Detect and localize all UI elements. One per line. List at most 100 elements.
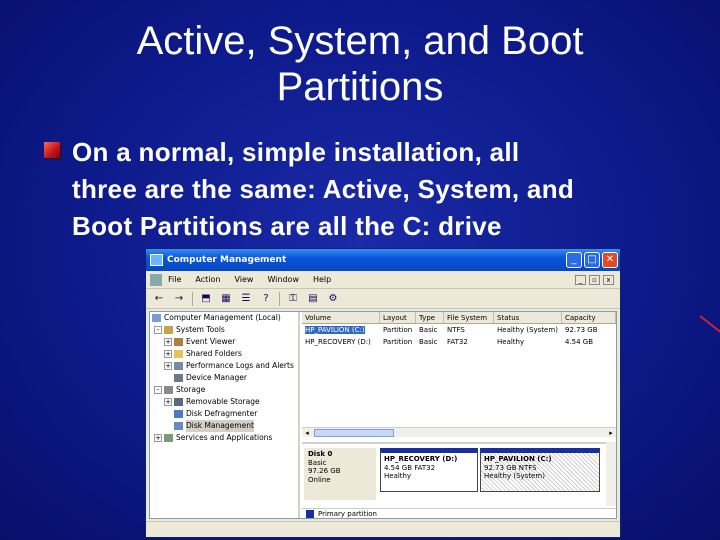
expand-icon[interactable]: + <box>164 338 172 346</box>
column-layout[interactable]: Layout <box>380 312 416 323</box>
volume-list-header: Volume Layout Type File System Status Ca… <box>302 312 616 324</box>
forward-icon[interactable]: → <box>172 292 186 306</box>
tree-item-shared-folders[interactable]: + Shared Folders <box>150 348 298 360</box>
scroll-left-icon[interactable]: ◂ <box>302 428 312 438</box>
bullet-text: On a normal, simple installation, all th… <box>72 134 692 245</box>
maximize-button[interactable]: □ <box>584 252 600 268</box>
removable-storage-icon <box>174 398 183 406</box>
device-manager-icon <box>174 374 183 382</box>
status-bar <box>146 521 620 537</box>
show-hide-tree-icon[interactable]: ▦ <box>219 292 233 306</box>
bullet-line-2: three are the same: Active, System, and <box>72 174 575 204</box>
console-tree: Computer Management (Local) - System Too… <box>150 312 300 518</box>
defragmenter-icon <box>174 410 183 418</box>
bullet-icon <box>44 142 60 158</box>
tree-item-event-viewer[interactable]: + Event Viewer <box>150 336 298 348</box>
volume-layout: Partition <box>383 338 413 346</box>
expand-icon[interactable]: + <box>154 434 162 442</box>
help-icon[interactable]: ? <box>259 292 273 306</box>
volume-row[interactable]: HP_PAVILION (C:) Partition Basic NTFS He… <box>302 324 616 336</box>
volume-layout: Partition <box>383 326 413 334</box>
column-file-system[interactable]: File System <box>444 312 494 323</box>
up-icon[interactable]: ⬒ <box>199 292 213 306</box>
expand-icon[interactable]: + <box>164 350 172 358</box>
back-icon[interactable]: ← <box>152 292 166 306</box>
volume-type: Basic <box>419 326 438 334</box>
volume-capacity: 92.73 GB <box>565 326 598 334</box>
slide-title-line-2: Partitions <box>276 65 444 109</box>
event-viewer-icon <box>174 338 183 346</box>
disk-graphical-view: Disk 0 Basic 97.26 GB Online HP_RECOVERY… <box>302 442 616 506</box>
tree-item-performance-logs[interactable]: + Performance Logs and Alerts <box>150 360 298 372</box>
disk-size: 97.26 GB <box>308 467 341 475</box>
toolbar-separator <box>192 291 193 306</box>
volume-file-system: NTFS <box>447 326 465 334</box>
child-minimize-button[interactable]: _ <box>575 274 586 285</box>
tree-item-device-manager[interactable]: Device Manager <box>150 372 298 384</box>
vertical-scrollbar[interactable] <box>606 442 616 506</box>
properties-icon[interactable]: ☰ <box>239 292 253 306</box>
expand-icon[interactable]: + <box>164 398 172 406</box>
tree-item-removable-storage[interactable]: + Removable Storage <box>150 396 298 408</box>
column-type[interactable]: Type <box>416 312 444 323</box>
menu-bar: File Action View Window Help _ ▫ x <box>146 271 620 289</box>
scroll-thumb[interactable] <box>314 429 394 437</box>
console-content: Computer Management (Local) - System Too… <box>149 311 617 519</box>
volume-capacity: 4.54 GB <box>565 338 594 346</box>
expand-icon[interactable]: + <box>164 362 172 370</box>
column-volume[interactable]: Volume <box>302 312 380 323</box>
settings-icon[interactable]: ⚙ <box>326 292 340 306</box>
tree-item-disk-defragmenter[interactable]: Disk Defragmenter <box>150 408 298 420</box>
tree-item-system-tools[interactable]: - System Tools <box>150 324 298 336</box>
child-restore-button[interactable]: ▫ <box>589 274 600 285</box>
volume-status: Healthy (System) <box>497 326 558 334</box>
close-button[interactable]: ✕ <box>602 252 618 268</box>
tree-item-disk-management[interactable]: Disk Management <box>150 420 298 432</box>
collapse-icon[interactable]: - <box>154 326 162 334</box>
scroll-right-icon[interactable]: ▸ <box>606 428 616 438</box>
partition-hp-pavilion[interactable]: HP_PAVILION (C:) 92.73 GB NTFS Healthy (… <box>480 448 600 492</box>
horizontal-scrollbar[interactable]: ◂ ▸ <box>302 427 616 437</box>
disk-management-icon <box>174 422 183 430</box>
tools-icon <box>164 326 173 334</box>
collapse-icon[interactable]: - <box>154 386 162 394</box>
menu-file[interactable]: File <box>168 275 181 284</box>
computer-management-window: Computer Management _ □ ✕ File Action Vi… <box>145 248 621 538</box>
mmc-menu-icon[interactable] <box>150 273 162 286</box>
volume-type: Basic <box>419 338 438 346</box>
partition-name: HP_PAVILION (C:) <box>484 455 552 463</box>
disk-name: Disk 0 <box>308 450 333 458</box>
tree-item-computer-management[interactable]: Computer Management (Local) <box>150 312 298 324</box>
storage-icon <box>164 386 173 394</box>
folder-icon <box>174 350 183 358</box>
volume-name: HP_RECOVERY (D:) <box>305 338 371 346</box>
minimize-button[interactable]: _ <box>566 252 582 268</box>
volume-list: Volume Layout Type File System Status Ca… <box>302 312 616 427</box>
volume-row[interactable]: HP_RECOVERY (D:) Partition Basic FAT32 H… <box>302 336 616 348</box>
column-capacity[interactable]: Capacity <box>562 312 616 323</box>
bullet-line-3: Boot Partitions are all the C: drive <box>72 211 502 241</box>
menu-help[interactable]: Help <box>313 275 331 284</box>
disk-0-label[interactable]: Disk 0 Basic 97.26 GB Online <box>304 448 376 500</box>
volume-name: HP_PAVILION (C:) <box>305 326 365 334</box>
menu-view[interactable]: View <box>234 275 253 284</box>
export-icon[interactable]: ▤ <box>306 292 320 306</box>
primary-partition-swatch <box>306 509 314 518</box>
menu-window[interactable]: Window <box>267 275 299 284</box>
toolbar: ← → ⬒ ▦ ☰ ? ⚿ ▤ ⚙ <box>146 289 620 309</box>
tree-item-services-applications[interactable]: + Services and Applications <box>150 432 298 444</box>
legend-label: Primary partition <box>318 509 377 518</box>
disk-type: Basic <box>308 458 327 467</box>
partition-status: Healthy (System) <box>484 472 545 480</box>
menu-action[interactable]: Action <box>195 275 220 284</box>
tree-item-storage[interactable]: - Storage <box>150 384 298 396</box>
slide-title-line-1: Active, System, and Boot <box>136 19 584 63</box>
column-status[interactable]: Status <box>494 312 562 323</box>
slide-title: Active, System, and Boot Partitions <box>40 18 680 110</box>
partition-hp-recovery[interactable]: HP_RECOVERY (D:) 4.54 GB FAT32 Healthy <box>380 448 478 492</box>
window-title: Computer Management <box>167 255 287 265</box>
child-close-button[interactable]: x <box>603 274 614 285</box>
key-icon[interactable]: ⚿ <box>286 292 300 306</box>
title-bar[interactable]: Computer Management _ □ ✕ <box>146 249 620 271</box>
partition-name: HP_RECOVERY (D:) <box>384 455 458 463</box>
